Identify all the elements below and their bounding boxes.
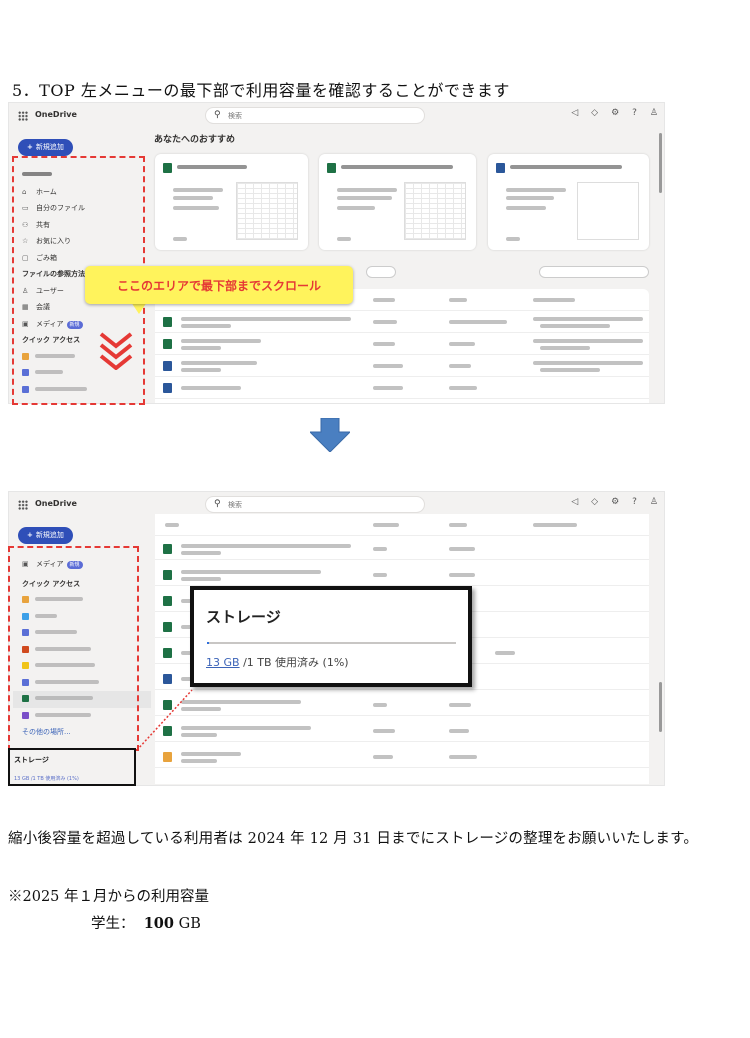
- search-icon: ⚲: [214, 499, 221, 509]
- app-launcher-icon[interactable]: [18, 500, 28, 510]
- app-launcher-icon[interactable]: [18, 111, 28, 121]
- new-button[interactable]: + 新規追加: [18, 527, 73, 544]
- account-icon[interactable]: ♙: [650, 108, 658, 118]
- down-arrow-icon: [310, 418, 350, 452]
- diamond-icon[interactable]: ◇: [591, 497, 598, 507]
- table-row[interactable]: [155, 377, 649, 399]
- group-chip[interactable]: [366, 266, 396, 278]
- excel-icon: [163, 648, 172, 658]
- recommended-card[interactable]: [155, 154, 308, 250]
- gear-icon[interactable]: ⚙: [611, 108, 619, 118]
- storage-progress-bar: [207, 642, 456, 644]
- table-row[interactable]: [155, 694, 649, 716]
- help-icon[interactable]: ?: [632, 497, 637, 507]
- storage-label: ストレージ: [14, 756, 49, 764]
- scrollbar[interactable]: [659, 133, 662, 193]
- word-icon: [496, 163, 505, 173]
- search-input[interactable]: ⚲ 検索: [205, 107, 425, 124]
- deadline-paragraph: 縮小後容量を超過している利用者は 2024 年 12 月 31 日までにストレー…: [8, 831, 699, 847]
- file-table: [155, 289, 649, 403]
- table-row[interactable]: [155, 746, 649, 768]
- excel-icon: [163, 163, 172, 173]
- excel-icon: [163, 596, 172, 606]
- excel-icon: [163, 622, 172, 632]
- word-icon: [163, 674, 172, 684]
- storage-popup: ストレージ 13 GB /1 TB 使用済み (1%): [190, 586, 472, 687]
- table-row[interactable]: [155, 720, 649, 742]
- excel-icon: [163, 339, 172, 349]
- recommended-card[interactable]: [488, 154, 649, 250]
- scrollbar[interactable]: [659, 682, 662, 732]
- gear-icon[interactable]: ⚙: [611, 497, 619, 507]
- app-name: OneDrive: [35, 110, 77, 119]
- search-placeholder: 検索: [228, 501, 242, 509]
- table-row[interactable]: [155, 333, 649, 355]
- excel-icon: [163, 317, 172, 327]
- excel-icon: [327, 163, 336, 173]
- quota-label: 学生：: [91, 916, 135, 932]
- recommended-title: あなたへのおすすめ: [154, 135, 236, 145]
- new-button[interactable]: + 新規追加: [18, 139, 73, 156]
- search-icon: ⚲: [214, 110, 221, 120]
- sidebar-highlight-box: [8, 546, 139, 751]
- storage-popup-title: ストレージ: [206, 608, 281, 626]
- table-row[interactable]: [155, 311, 649, 333]
- word-icon: [163, 361, 172, 371]
- storage-used-link[interactable]: 13 GB: [206, 656, 240, 669]
- help-icon[interactable]: ?: [632, 108, 637, 118]
- filter-chip[interactable]: [539, 266, 649, 278]
- scroll-down-chevron-icon: [99, 332, 133, 370]
- plus-icon: +: [27, 531, 33, 539]
- excel-icon: [163, 570, 172, 580]
- file-thumbnail: [404, 182, 466, 240]
- quota-note-heading: ※2025 年１月からの利用容量: [8, 889, 210, 905]
- word-icon: [163, 383, 172, 393]
- student-quota: 学生： 100 GB: [91, 912, 201, 933]
- plus-icon: +: [27, 143, 33, 151]
- storage-popup-usage: 13 GB /1 TB 使用済み (1%): [206, 656, 349, 669]
- table-row[interactable]: [155, 564, 649, 586]
- storage-section[interactable]: ストレージ 13 GB /1 TB 使用済み (1%): [8, 748, 136, 786]
- storage-usage: 13 GB /1 TB 使用済み (1%): [14, 776, 79, 782]
- search-placeholder: 検索: [228, 112, 242, 120]
- diamond-icon[interactable]: ◇: [591, 108, 598, 118]
- header-actions: ◁ ◇ ⚙ ? ♙: [571, 108, 658, 118]
- table-row[interactable]: [155, 355, 649, 377]
- recommended-card[interactable]: [319, 154, 476, 250]
- table-header: [155, 514, 649, 536]
- file-thumbnail: [577, 182, 639, 240]
- account-icon[interactable]: ♙: [650, 497, 658, 507]
- app-name: OneDrive: [35, 499, 77, 508]
- scroll-callout: ここのエリアで最下部までスクロール: [85, 266, 353, 304]
- megaphone-icon[interactable]: ◁: [571, 497, 578, 507]
- excel-icon: [163, 544, 172, 554]
- file-icon: [163, 752, 172, 762]
- megaphone-icon[interactable]: ◁: [571, 108, 578, 118]
- step-heading: 5．TOP 左メニューの最下部で利用容量を確認することができます: [12, 81, 510, 100]
- quota-unit: GB: [178, 916, 201, 932]
- storage-progress-fill: [207, 642, 210, 644]
- header-actions: ◁ ◇ ⚙ ? ♙: [571, 497, 658, 507]
- file-thumbnail: [236, 182, 298, 240]
- table-row[interactable]: [155, 538, 649, 560]
- excel-icon: [163, 726, 172, 736]
- search-input[interactable]: ⚲ 検索: [205, 496, 425, 513]
- quota-value: 100: [143, 915, 174, 932]
- excel-icon: [163, 700, 172, 710]
- top-bar: OneDrive ⚲ 検索 ◁ ◇ ⚙ ? ♙: [9, 103, 664, 129]
